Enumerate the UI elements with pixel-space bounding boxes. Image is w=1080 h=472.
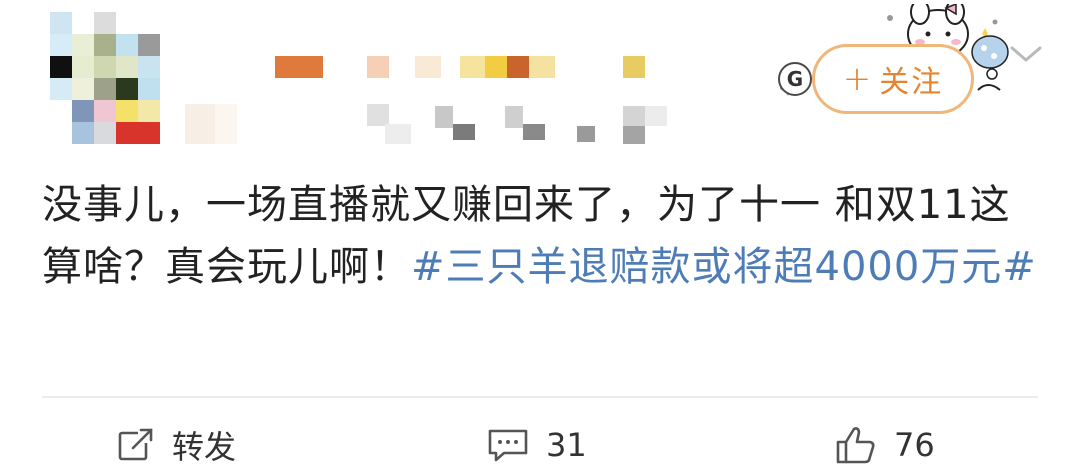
comment-icon bbox=[488, 429, 528, 462]
hashtag-link[interactable]: #三只羊退赔款或将超4000万元# bbox=[411, 244, 1037, 290]
repost-label: 转发 bbox=[172, 428, 237, 466]
post-text: 没事儿，一场直播就又赚回来了，为了十一 和双11这算啥？真会玩儿啊！#三只羊退赔… bbox=[42, 174, 1042, 298]
repost-button[interactable]: 转发 bbox=[116, 420, 236, 470]
divider bbox=[42, 396, 1038, 398]
g-badge-icon: G bbox=[778, 62, 812, 96]
follow-button[interactable]: + 关注 bbox=[812, 44, 974, 114]
g-badge-letter: G bbox=[786, 67, 804, 91]
comment-button[interactable]: 31 bbox=[486, 420, 587, 470]
thumbs-up-icon bbox=[836, 427, 875, 464]
repost-icon bbox=[118, 427, 154, 461]
like-button[interactable]: 76 bbox=[834, 420, 935, 470]
comment-count: 31 bbox=[546, 426, 587, 464]
chevron-down-icon[interactable] bbox=[1006, 40, 1046, 68]
like-count: 76 bbox=[894, 426, 935, 464]
avatar[interactable] bbox=[50, 12, 162, 148]
follow-label: 关注 bbox=[879, 65, 944, 100]
plus-icon: + bbox=[842, 59, 874, 99]
username-blurred[interactable] bbox=[185, 40, 685, 150]
